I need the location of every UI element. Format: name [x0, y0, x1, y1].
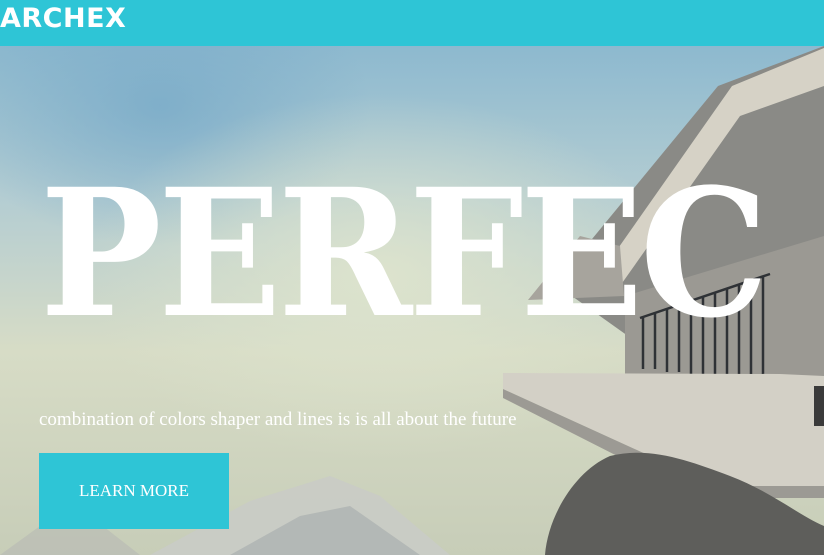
hero-tagline: combination of colors shaper and lines i… — [39, 409, 517, 430]
learn-more-button[interactable]: LEARN MORE — [39, 453, 229, 529]
brand-logo[interactable]: ARCHEX — [0, 4, 126, 34]
hero-headline: PERFEC — [40, 150, 769, 357]
top-navbar: ARCHEX — [0, 0, 824, 46]
hero-section: PERFEC combination of colors shaper and … — [0, 46, 824, 555]
